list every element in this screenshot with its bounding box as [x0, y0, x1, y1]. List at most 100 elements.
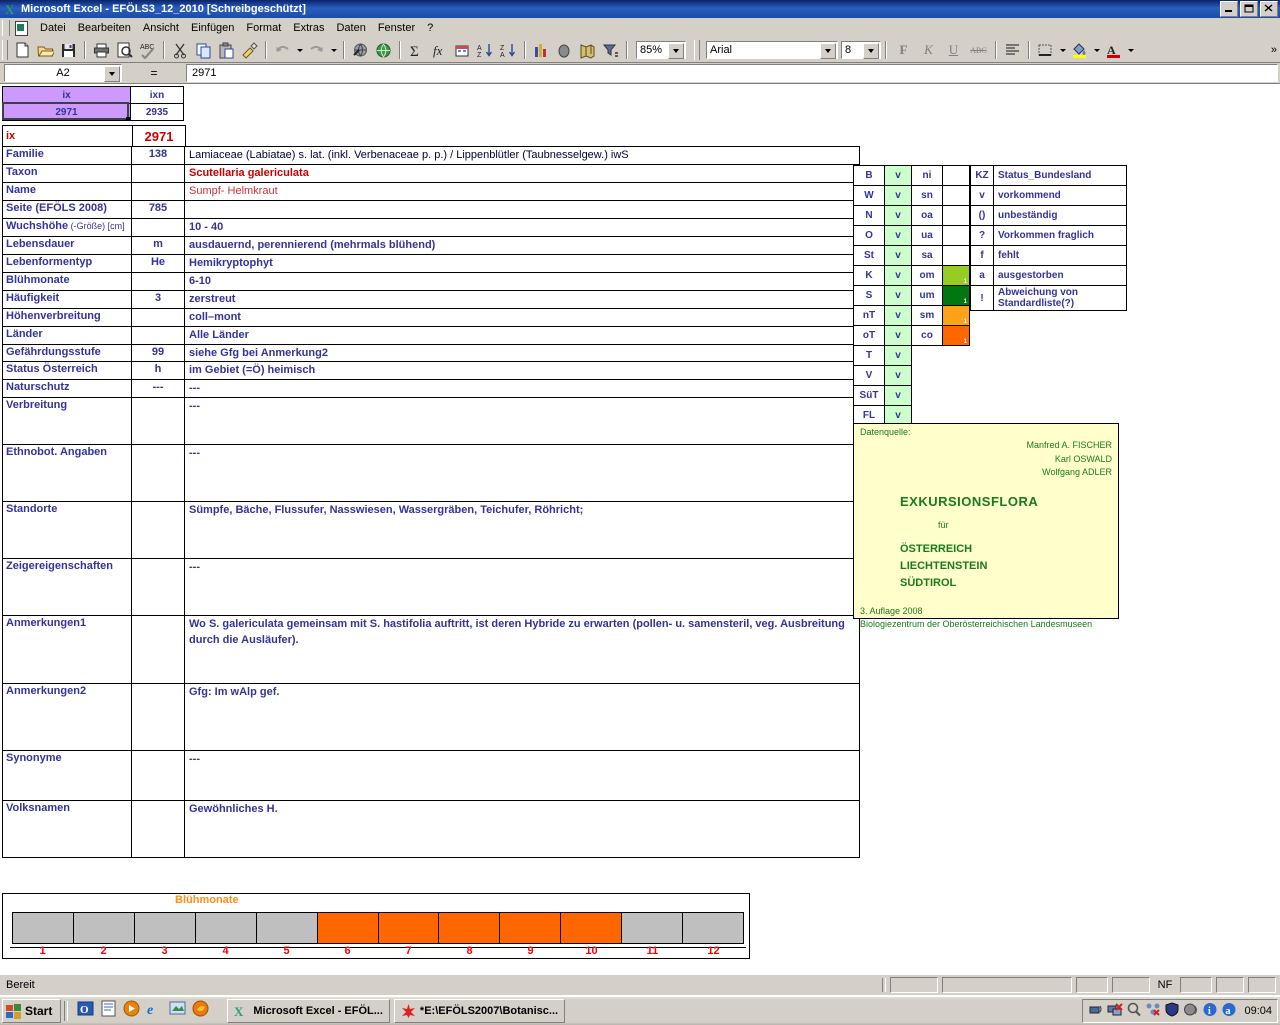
row-label[interactable]: Seite (EFÖLS 2008)	[2, 199, 132, 219]
menu-help[interactable]: ?	[421, 20, 439, 36]
legend-bundesland-status[interactable]: v	[884, 265, 912, 286]
legend-status-code[interactable]: v	[970, 185, 994, 206]
legend-bundesland-code[interactable]: nT	[853, 305, 885, 326]
legend-zone-swatch[interactable]	[942, 225, 970, 246]
row-value[interactable]	[184, 199, 860, 219]
legend-zone-swatch[interactable]: 1	[942, 265, 970, 286]
menu-daten[interactable]: Daten	[330, 20, 371, 36]
menu-extras[interactable]: Extras	[287, 20, 330, 36]
menu-ansicht[interactable]: Ansicht	[137, 20, 185, 36]
row-code[interactable]	[131, 163, 185, 183]
row-label[interactable]: Gefährdungsstufe	[2, 343, 132, 363]
search-icon[interactable]	[1126, 1002, 1142, 1020]
menu-bearbeiten[interactable]: Bearbeiten	[72, 20, 137, 36]
row-code[interactable]: ---	[131, 379, 185, 399]
row-code[interactable]	[131, 181, 185, 201]
paste-icon[interactable]	[215, 39, 238, 61]
legend-bundesland-status[interactable]: v	[884, 245, 912, 266]
legend-zone-swatch[interactable]: 1	[942, 305, 970, 326]
format-painter-icon[interactable]	[238, 39, 261, 61]
start-button[interactable]: Start	[2, 999, 62, 1023]
map-icon[interactable]	[576, 39, 599, 61]
legend-bundesland-code[interactable]: oT	[853, 325, 885, 346]
legend-zone-code[interactable]: ua	[911, 225, 943, 246]
legend-bundesland-status[interactable]: v	[884, 225, 912, 246]
row-label[interactable]: Häufigkeit	[2, 289, 132, 309]
legend-status-description[interactable]: unbeständig	[993, 205, 1127, 226]
zoom-combo[interactable]: 85%	[636, 41, 686, 59]
legend-bundesland-status[interactable]: v	[884, 305, 912, 326]
legend-status-description[interactable]: Vorkommen fraglich	[993, 225, 1127, 246]
row-value[interactable]: zerstreut	[184, 289, 860, 309]
row-label[interactable]: Name	[2, 181, 132, 201]
legend-zone-code[interactable]: oa	[911, 205, 943, 226]
menu-fenster[interactable]: Fenster	[372, 20, 421, 36]
legend-zone-code[interactable]: ni	[911, 165, 943, 186]
doc-minimize-button[interactable]	[1220, 1, 1238, 17]
font-name-combo[interactable]: Arial	[706, 41, 838, 59]
borders-dropdown-icon[interactable]	[1057, 39, 1068, 61]
row-code[interactable]	[131, 217, 185, 237]
menu-grip[interactable]	[2, 19, 10, 36]
strikethrough-button[interactable]: ABC	[966, 39, 991, 61]
shield-icon[interactable]	[1164, 1002, 1180, 1020]
legend-bundesland-status[interactable]: v	[884, 325, 912, 346]
row-value[interactable]: Sumpf- Helmkraut	[184, 181, 860, 201]
row-value[interactable]: ---	[184, 444, 860, 503]
notepad-icon[interactable]	[100, 1000, 117, 1022]
row-code[interactable]	[131, 325, 185, 345]
drawing-icon[interactable]	[553, 39, 576, 61]
align-icon[interactable]	[1001, 39, 1024, 61]
legend-status-code[interactable]: f	[970, 245, 994, 266]
outlook-icon[interactable]: O	[77, 1000, 94, 1022]
legend-status-code[interactable]: ?	[970, 225, 994, 246]
sort-tools-icon[interactable]	[451, 39, 474, 61]
open-icon[interactable]	[34, 39, 57, 61]
menu-einfuegen[interactable]: Einfügen	[185, 20, 240, 36]
legend-zone-code[interactable]: om	[911, 265, 943, 286]
row-label[interactable]: Anmerkungen1	[2, 615, 132, 685]
function-icon[interactable]: fx	[428, 39, 451, 61]
row-label[interactable]: Ethnobot. Angaben	[2, 444, 132, 503]
row-value[interactable]: Scutellaria galericulata	[184, 163, 860, 183]
firefox-icon[interactable]	[192, 1000, 209, 1022]
row-label[interactable]: Lebenformentyp	[2, 253, 132, 273]
legend-bundesland-code[interactable]: K	[853, 265, 885, 286]
font-size-dropdown-icon[interactable]	[863, 43, 879, 59]
filter-icon[interactable]	[599, 39, 622, 61]
row-value[interactable]: Lamiaceae (Labiatae) s. lat. (inkl. Verb…	[184, 146, 860, 165]
spelling-icon[interactable]: ABC	[136, 39, 159, 61]
undo-icon[interactable]	[271, 39, 294, 61]
task-button-folder[interactable]: *E:\EFÖLS2007\Botanisc...	[393, 999, 566, 1023]
row-code[interactable]	[131, 800, 185, 859]
ix-value[interactable]: 2971	[132, 125, 186, 147]
formula-input[interactable]: 2971	[186, 64, 1278, 82]
legend-status-description[interactable]: Abweichung von Standardliste(?)	[993, 285, 1127, 311]
legend-bundesland-status[interactable]: v	[884, 385, 912, 406]
row-code[interactable]	[131, 307, 185, 327]
network-icon[interactable]	[1088, 1002, 1104, 1020]
row-code[interactable]	[131, 501, 185, 560]
network-disconnected-icon[interactable]	[1107, 1002, 1124, 1020]
legend-bundesland-status[interactable]: v	[884, 185, 912, 206]
row-code[interactable]: 99	[131, 343, 185, 363]
row-value[interactable]: Hemikryptophyt	[184, 253, 860, 273]
doc-restore-button[interactable]	[1240, 1, 1258, 17]
row-label[interactable]: Blühmonate	[2, 271, 132, 291]
legend-zone-code[interactable]: sm	[911, 305, 943, 326]
menu-format[interactable]: Format	[240, 20, 287, 36]
legend-bundesland-code[interactable]: B	[853, 165, 885, 186]
legend-bundesland-code[interactable]: T	[853, 345, 885, 366]
fill-color-icon[interactable]	[1068, 39, 1091, 61]
row-value[interactable]: ---	[184, 558, 860, 617]
toolbar-grip[interactable]	[2, 40, 8, 60]
legend-zone-swatch[interactable]	[942, 245, 970, 266]
legend-zone-swatch[interactable]: 1	[942, 285, 970, 306]
row-code[interactable]: h	[131, 361, 185, 381]
legend-bundesland-status[interactable]: v	[884, 365, 912, 386]
sort-asc-icon[interactable]: AZ	[474, 39, 497, 61]
mini-value-ixn[interactable]: 2935	[130, 103, 184, 121]
doc-close-button[interactable]	[1260, 1, 1278, 17]
font-color-icon[interactable]: A	[1102, 39, 1125, 61]
row-label[interactable]: Lebensdauer	[2, 235, 132, 255]
